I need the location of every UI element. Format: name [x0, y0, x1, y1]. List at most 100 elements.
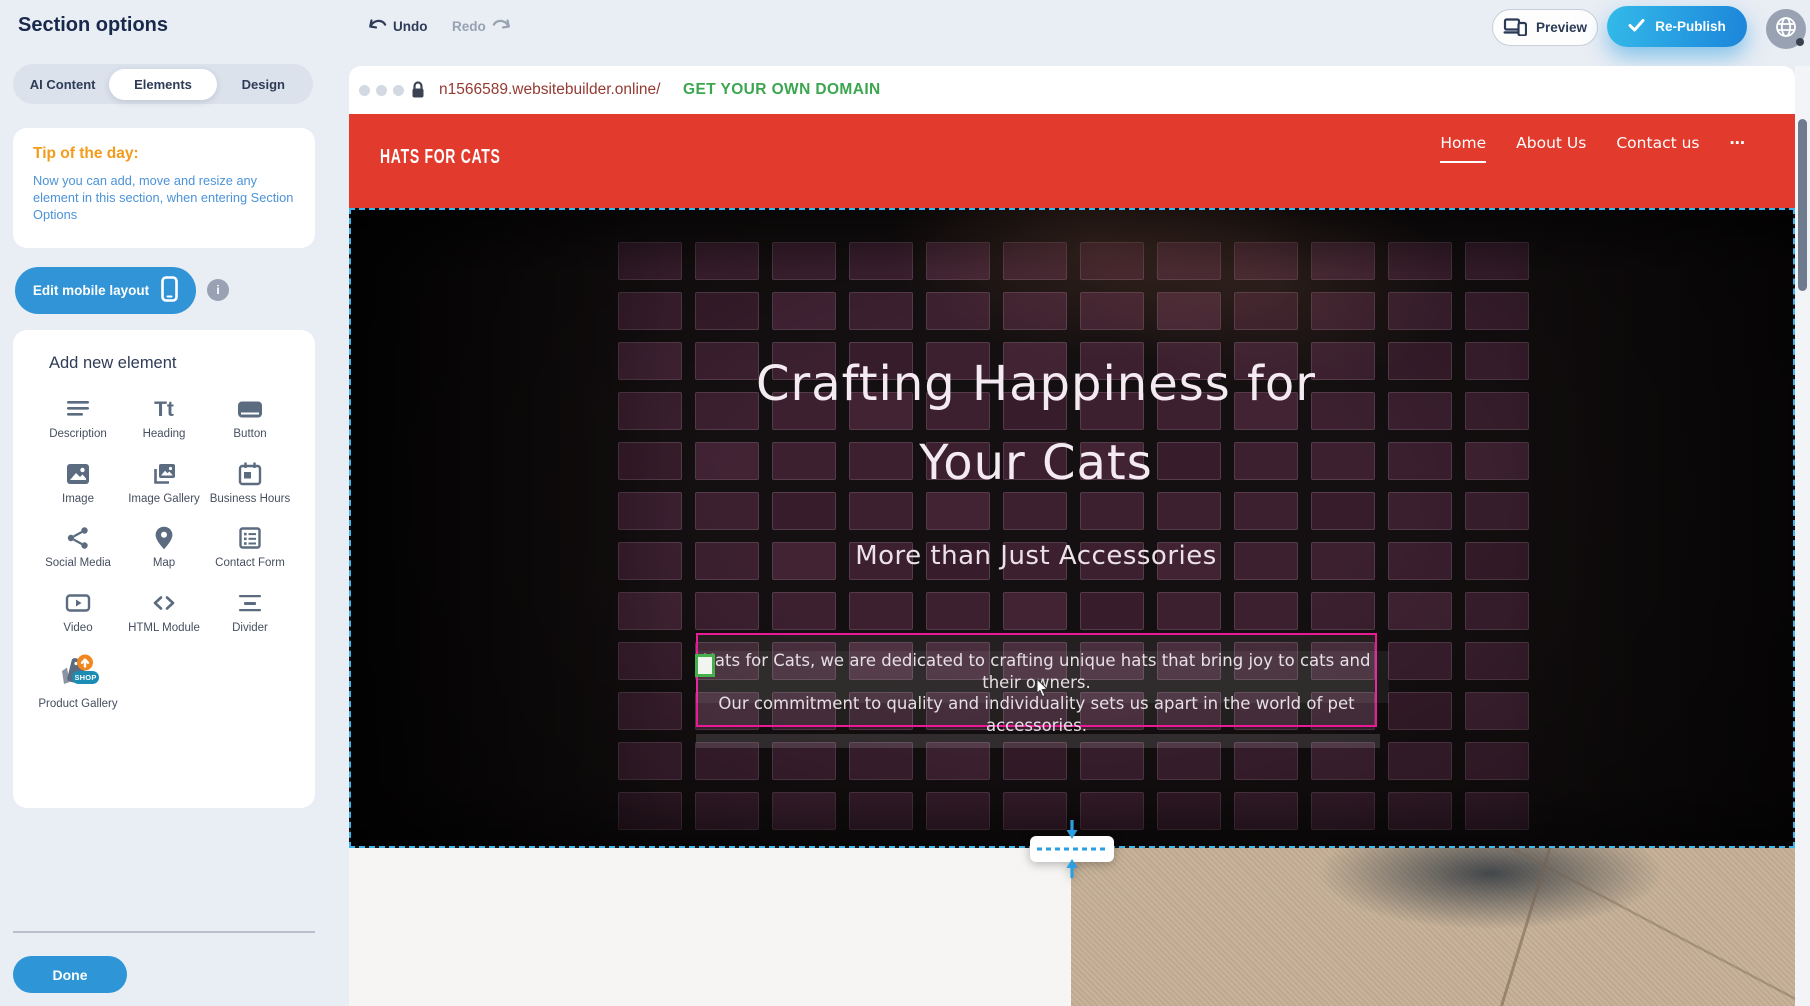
wall-tile — [618, 692, 682, 730]
wall-tile — [1311, 792, 1375, 830]
wall-tile — [1388, 692, 1452, 730]
tip-body: Now you can add, move and resize any ele… — [33, 172, 295, 223]
lock-icon — [411, 81, 425, 104]
resize-handle-left[interactable] — [695, 654, 715, 677]
nav-about-us[interactable]: About Us — [1516, 134, 1586, 163]
wall-tile — [1157, 592, 1221, 630]
redo-label: Redo — [452, 19, 486, 34]
panel-divider — [13, 931, 315, 933]
hero-heading-line2: Your Cats — [351, 435, 1721, 491]
element-label: Social Media — [45, 557, 111, 571]
element-map[interactable]: Map — [123, 523, 205, 571]
section-resize-handle[interactable] — [1022, 818, 1122, 880]
element-business-hours[interactable]: Business Hours — [209, 459, 291, 507]
element-button[interactable]: Button — [209, 394, 291, 442]
element-image[interactable]: Image — [37, 459, 119, 507]
wall-tile — [1003, 492, 1067, 530]
element-label: Video — [63, 622, 92, 636]
element-html-module[interactable]: HTML Module — [123, 588, 205, 636]
site-header: HATS FOR CATS Home About Us Contact us ⋯ — [349, 114, 1795, 208]
phone-icon — [161, 276, 178, 305]
wall-tile — [849, 242, 913, 280]
hero-section-selected[interactable]: Crafting Happiness for Your Cats More th… — [349, 208, 1795, 848]
republish-label: Re-Publish — [1655, 19, 1726, 34]
element-contact-form[interactable]: Contact Form — [209, 523, 291, 571]
browser-dot — [359, 85, 370, 96]
tab-design[interactable]: Design — [217, 69, 310, 100]
wall-tile — [1311, 492, 1375, 530]
wall-tile — [1157, 242, 1221, 280]
nav-home[interactable]: Home — [1440, 134, 1486, 163]
wall-tile — [695, 592, 759, 630]
info-button[interactable]: i — [207, 279, 229, 301]
wall-tile — [1080, 492, 1144, 530]
tab-ai-content[interactable]: AI Content — [16, 69, 109, 100]
scrollbar-thumb[interactable] — [1798, 119, 1807, 291]
site-nav: Home About Us Contact us ⋯ — [1440, 134, 1747, 163]
element-heading[interactable]: Tt Heading — [123, 394, 205, 442]
shop-badge: SHOP — [72, 671, 99, 684]
language-globe-button[interactable] — [1766, 9, 1806, 49]
wall-tile — [618, 492, 682, 530]
edit-mobile-layout-button[interactable]: Edit mobile layout — [15, 267, 196, 314]
element-description[interactable]: Description — [37, 394, 119, 442]
element-product-gallery[interactable]: SHOP Product Gallery — [37, 652, 119, 712]
calendar-icon — [237, 459, 263, 487]
wall-tile — [1157, 492, 1221, 530]
element-video[interactable]: Video — [37, 588, 119, 636]
code-icon — [150, 588, 178, 616]
wall-tile — [1080, 242, 1144, 280]
republish-button[interactable]: Re-Publish — [1607, 6, 1747, 47]
wall-tile — [1234, 592, 1298, 630]
preview-label: Preview — [1536, 20, 1587, 35]
wall-tile — [1003, 242, 1067, 280]
wall-tile — [1003, 292, 1067, 330]
done-button[interactable]: Done — [13, 956, 127, 993]
element-social-media[interactable]: Social Media — [37, 523, 119, 571]
element-divider[interactable]: Divider — [209, 588, 291, 636]
wall-tile — [1465, 592, 1529, 630]
wall-tile — [1465, 692, 1529, 730]
preview-button[interactable]: Preview — [1492, 9, 1598, 46]
image-gallery-icon — [151, 459, 177, 487]
element-label: HTML Module — [128, 622, 200, 636]
wall-tile — [1465, 642, 1529, 680]
wall-tile — [926, 592, 990, 630]
hero-heading-line1: Crafting Happiness for — [351, 356, 1721, 412]
wall-tile — [772, 292, 836, 330]
redo-button[interactable]: Redo — [452, 17, 511, 35]
wall-tile — [1080, 292, 1144, 330]
nav-more-icon[interactable]: ⋯ — [1730, 134, 1748, 163]
browser-dot — [376, 85, 387, 96]
wall-tile — [849, 592, 913, 630]
wall-tile — [1388, 492, 1452, 530]
wall-tile — [926, 792, 990, 830]
nav-contact-us[interactable]: Contact us — [1616, 134, 1699, 163]
element-image-gallery[interactable]: Image Gallery — [123, 459, 205, 507]
wall-tile — [695, 242, 759, 280]
get-your-own-domain-link[interactable]: GET YOUR OWN DOMAIN — [683, 66, 881, 114]
site-logo[interactable]: HATS FOR CATS — [380, 146, 501, 169]
wall-tile — [1388, 592, 1452, 630]
text-lines-icon — [65, 394, 91, 422]
element-hover-strip — [696, 734, 1380, 748]
devices-icon — [1503, 17, 1527, 39]
tab-elements[interactable]: Elements — [109, 69, 216, 100]
wall-tile — [1465, 292, 1529, 330]
undo-button[interactable]: Undo — [368, 17, 428, 35]
wall-tile — [1388, 742, 1452, 780]
info-icon: i — [216, 283, 219, 297]
divider-icon — [237, 588, 263, 616]
wall-tile — [926, 492, 990, 530]
address-bar-url[interactable]: n1566589.websitebuilder.online/ — [439, 66, 660, 114]
wall-tile — [1465, 742, 1529, 780]
wall-tile — [618, 592, 682, 630]
wall-tile — [618, 642, 682, 680]
browser-chrome: n1566589.websitebuilder.online/ GET YOUR… — [349, 66, 1795, 114]
wall-tile — [1388, 292, 1452, 330]
element-label: Contact Form — [215, 557, 285, 571]
share-icon — [65, 523, 91, 551]
wall-tile — [926, 292, 990, 330]
globe-status-dot — [1796, 38, 1804, 46]
next-section-background — [349, 848, 1071, 1006]
